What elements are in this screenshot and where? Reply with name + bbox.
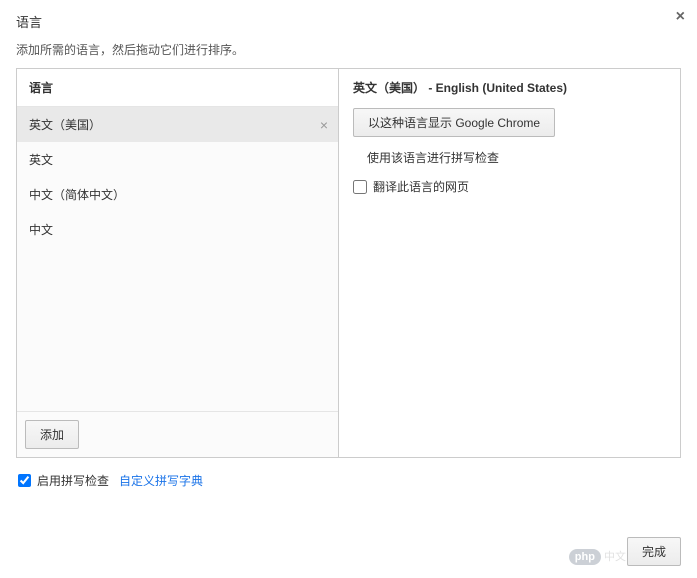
- language-list-header: 语言: [17, 69, 338, 107]
- language-item-label: 中文: [29, 223, 53, 237]
- language-item-zh[interactable]: 中文: [17, 212, 338, 247]
- language-item-en[interactable]: 英文: [17, 142, 338, 177]
- spellcheck-row: 启用拼写检查 自定义拼写字典: [16, 472, 681, 489]
- done-button-wrap: 完成: [627, 537, 681, 566]
- dialog-title: 语言: [16, 12, 681, 31]
- remove-icon[interactable]: ×: [320, 117, 328, 133]
- custom-dictionary-link[interactable]: 自定义拼写字典: [119, 472, 203, 489]
- add-language-button[interactable]: 添加: [25, 420, 79, 449]
- translate-checkbox-row[interactable]: 翻译此语言的网页: [353, 178, 666, 195]
- language-item-zh-cn[interactable]: 中文（简体中文）: [17, 177, 338, 212]
- dialog-description: 添加所需的语言，然后拖动它们进行排序。: [16, 41, 681, 58]
- display-in-language-button[interactable]: 以这种语言显示 Google Chrome: [353, 108, 555, 137]
- language-item-en-us[interactable]: 英文（美国） ×: [17, 107, 338, 142]
- spellcheck-note: 使用该语言进行拼写检查: [353, 149, 666, 166]
- close-icon[interactable]: ×: [676, 8, 685, 26]
- language-detail-pane: 英文（美国） - English (United States) 以这种语言显示…: [339, 69, 680, 457]
- enable-spellcheck-label: 启用拼写检查: [37, 472, 109, 489]
- language-item-label: 中文（简体中文）: [29, 188, 125, 202]
- language-list-pane: 语言 英文（美国） × 英文 中文（简体中文） 中文 添加: [17, 69, 339, 457]
- language-list: 英文（美国） × 英文 中文（简体中文） 中文: [17, 107, 338, 411]
- language-item-label: 英文（美国）: [29, 118, 101, 132]
- done-button[interactable]: 完成: [627, 537, 681, 566]
- enable-spellcheck-checkbox[interactable]: [18, 474, 31, 487]
- language-panel: 语言 英文（美国） × 英文 中文（简体中文） 中文 添加: [16, 68, 681, 458]
- translate-checkbox[interactable]: [353, 180, 367, 194]
- watermark-php: php: [569, 549, 601, 565]
- translate-checkbox-label: 翻译此语言的网页: [373, 178, 469, 195]
- selected-language-title: 英文（美国） - English (United States): [353, 79, 666, 96]
- language-list-footer: 添加: [17, 411, 338, 457]
- language-settings-dialog: × 语言 添加所需的语言，然后拖动它们进行排序。 语言 英文（美国） × 英文 …: [0, 0, 697, 489]
- language-item-label: 英文: [29, 153, 53, 167]
- language-actions: 以这种语言显示 Google Chrome 使用该语言进行拼写检查 翻译此语言的…: [353, 108, 666, 195]
